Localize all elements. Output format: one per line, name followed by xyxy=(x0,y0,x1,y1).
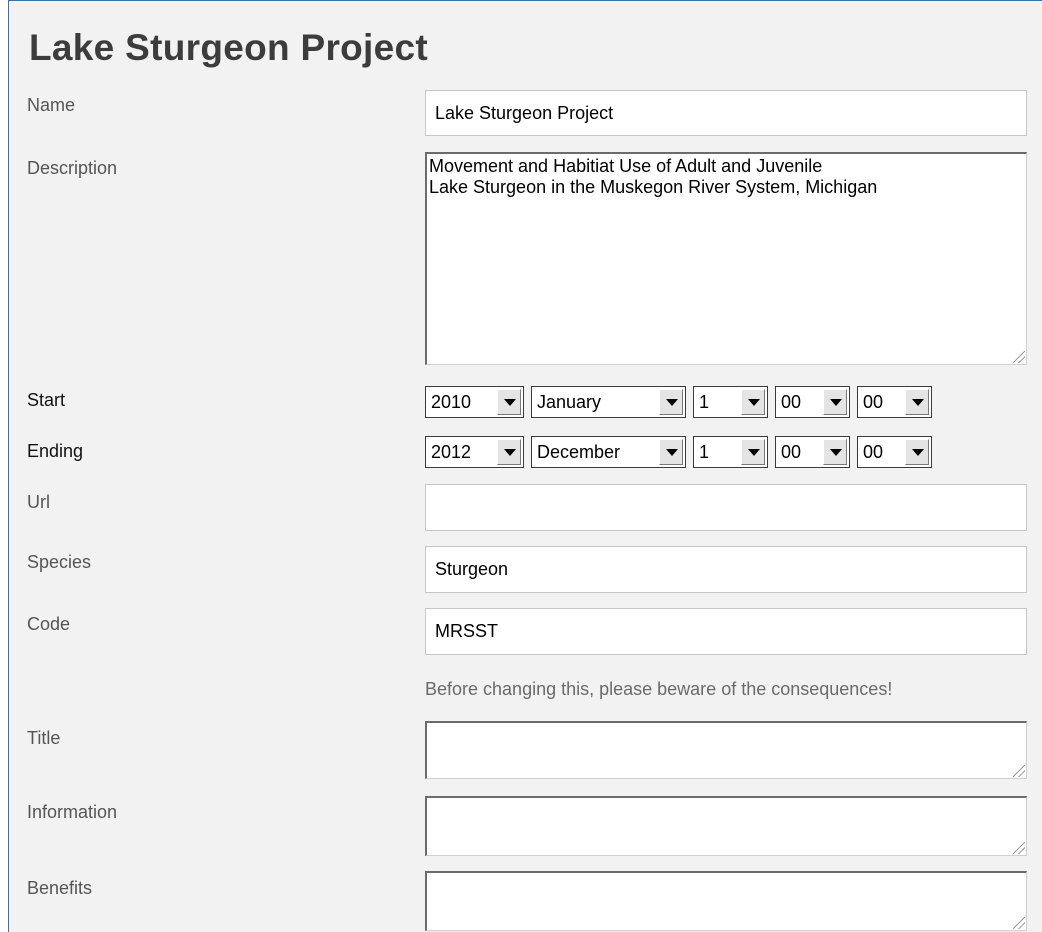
code-input[interactable] xyxy=(425,608,1027,655)
start-minute-value: 00 xyxy=(863,392,884,412)
chevron-down-icon[interactable] xyxy=(823,389,847,415)
url-input[interactable] xyxy=(425,484,1027,531)
description-field-wrapper: Movement and Habitiat Use of Adult and J… xyxy=(425,152,1027,365)
start-hour-value: 00 xyxy=(781,392,802,412)
ending-day-value: 1 xyxy=(699,442,710,462)
chevron-down-icon[interactable] xyxy=(741,389,765,415)
chevron-down-icon[interactable] xyxy=(659,389,683,415)
name-input[interactable] xyxy=(425,90,1027,136)
title-label: Title xyxy=(27,728,61,748)
start-month-select[interactable]: January xyxy=(531,386,686,418)
ending-year-select[interactable]: 2012 xyxy=(425,436,524,468)
information-label: Information xyxy=(27,802,118,822)
ending-hour-value: 00 xyxy=(781,442,802,462)
species-input[interactable] xyxy=(425,546,1027,593)
ending-minute-select[interactable]: 00 xyxy=(857,436,932,468)
chevron-down-icon[interactable] xyxy=(905,439,929,465)
title-textarea[interactable] xyxy=(425,721,1027,779)
start-label: Start xyxy=(27,390,66,410)
ending-month-value: December xyxy=(537,442,621,462)
start-year-select[interactable]: 2010 xyxy=(425,386,524,418)
chevron-down-icon[interactable] xyxy=(497,439,521,465)
chevron-down-icon[interactable] xyxy=(741,439,765,465)
name-label: Name xyxy=(27,95,76,115)
chevron-down-icon[interactable] xyxy=(659,439,683,465)
title-field-wrapper xyxy=(425,721,1027,779)
benefits-field-wrapper xyxy=(425,871,1027,931)
chevron-down-icon[interactable] xyxy=(823,439,847,465)
project-form-panel: Lake Sturgeon Project Name Description M… xyxy=(8,0,1042,932)
start-minute-select[interactable]: 00 xyxy=(857,386,932,418)
start-hour-select[interactable]: 00 xyxy=(775,386,850,418)
page-title: Lake Sturgeon Project xyxy=(29,27,429,68)
ending-minute-value: 00 xyxy=(863,442,884,462)
code-warning-hint: Before changing this, please beware of t… xyxy=(425,679,893,699)
description-textarea[interactable]: Movement and Habitiat Use of Adult and J… xyxy=(425,152,1027,365)
ending-month-select[interactable]: December xyxy=(531,436,686,468)
code-label: Code xyxy=(27,614,71,634)
species-label: Species xyxy=(27,552,92,572)
start-day-select[interactable]: 1 xyxy=(693,386,768,418)
information-field-wrapper xyxy=(425,796,1027,856)
description-label: Description xyxy=(27,158,118,178)
chevron-down-icon[interactable] xyxy=(497,389,521,415)
url-label: Url xyxy=(27,492,50,512)
ending-label: Ending xyxy=(27,441,84,461)
start-month-value: January xyxy=(537,392,602,412)
chevron-down-icon[interactable] xyxy=(905,389,929,415)
start-day-value: 1 xyxy=(699,392,710,412)
information-textarea[interactable] xyxy=(425,796,1027,856)
benefits-label: Benefits xyxy=(27,878,93,898)
ending-year-value: 2012 xyxy=(431,442,472,462)
ending-hour-select[interactable]: 00 xyxy=(775,436,850,468)
benefits-textarea[interactable] xyxy=(425,871,1027,931)
start-year-value: 2010 xyxy=(431,392,472,412)
ending-day-select[interactable]: 1 xyxy=(693,436,768,468)
